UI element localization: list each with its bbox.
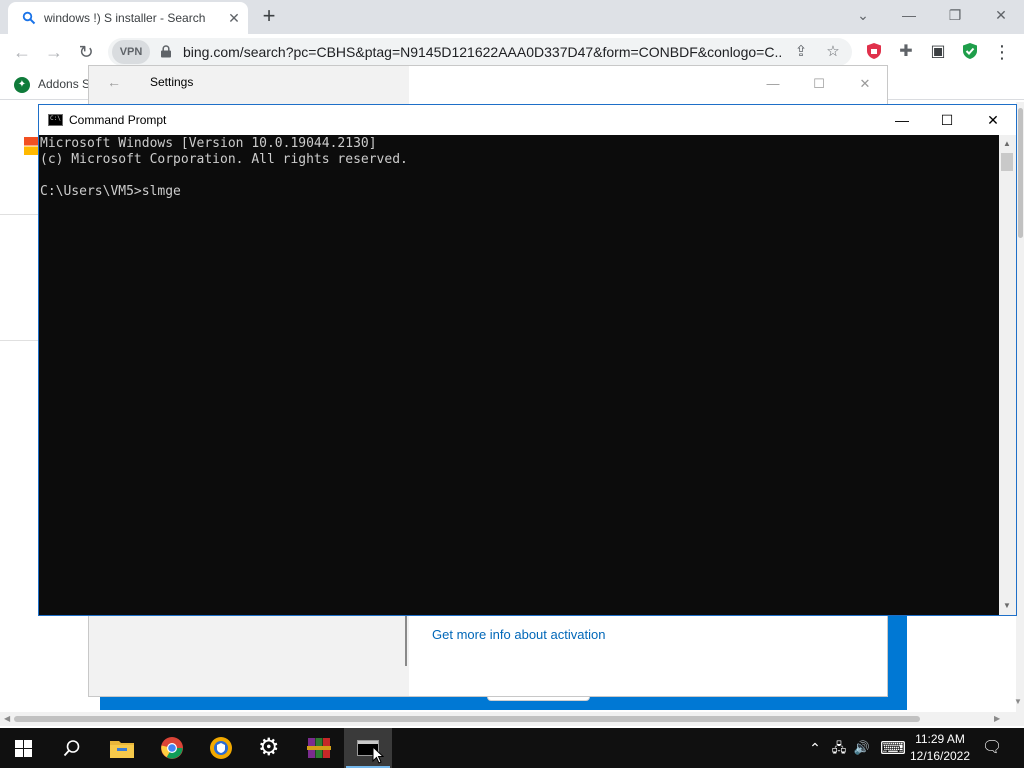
bookmark-favicon-icon: ✦: [14, 77, 30, 93]
tab-title: windows !) S installer - Search: [44, 11, 206, 25]
network-icon[interactable]: 🖧: [829, 738, 849, 758]
share-icon[interactable]: ⇪: [792, 43, 810, 61]
settings-back-icon[interactable]: ←: [107, 74, 121, 90]
show-hidden-icons-chevron-icon[interactable]: ⌃: [805, 738, 825, 758]
cmd-scroll-up-icon[interactable]: ▲: [1003, 139, 1011, 148]
cmd-minimize-button[interactable]: —: [890, 110, 914, 130]
settings-close-button[interactable]: ✕: [853, 74, 877, 94]
settings-title: Settings: [150, 75, 194, 89]
clock-date: 12/16/2022: [909, 749, 971, 763]
extension-check-shield-icon[interactable]: [960, 42, 980, 62]
page-divider: [0, 340, 40, 341]
start-button[interactable]: [0, 728, 48, 768]
browser-tabstrip: windows !) S installer - Search ✕ + ⌄ — …: [0, 0, 1024, 34]
taskbar-search-button[interactable]: [48, 728, 96, 768]
cmd-titlebar[interactable]: C:\ Command Prompt — ☐ ✕: [39, 105, 1016, 135]
taskbar-file-explorer[interactable]: [98, 728, 146, 768]
browser-app-icon: [210, 737, 232, 759]
taskbar-settings[interactable]: ⚙: [246, 728, 294, 768]
taskbar-chrome[interactable]: [148, 728, 196, 768]
windows-logo-icon: [15, 740, 32, 757]
search-icon: [22, 11, 36, 25]
volume-icon[interactable]: 🔊: [852, 738, 872, 758]
lock-icon[interactable]: [160, 45, 172, 58]
mouse-cursor-icon: [372, 746, 384, 764]
folder-icon: [110, 741, 134, 758]
new-tab-button[interactable]: +: [258, 5, 280, 28]
back-icon[interactable]: ←: [10, 40, 34, 64]
cmd-close-button[interactable]: ✕: [981, 110, 1005, 130]
console-prompt-line: C:\Users\VM5>slmge: [40, 184, 181, 199]
cmd-scroll-down-icon[interactable]: ▼: [1003, 601, 1011, 610]
browser-tab-active[interactable]: windows !) S installer - Search ✕: [8, 2, 248, 34]
settings-scrollbar[interactable]: [405, 616, 407, 666]
windows-taskbar: ⚙ ⌃ 🖧 🔊 ⌨ 11:29 AM 12/16/2022 🗨: [0, 728, 1024, 768]
settings-titlebar: ← Settings — ☐ ✕: [89, 66, 887, 102]
cmd-title: Command Prompt: [69, 113, 167, 127]
keyboard-icon[interactable]: ⌨: [880, 738, 906, 758]
cmd-scroll-thumb[interactable]: [1001, 153, 1013, 171]
tab-close-icon[interactable]: ✕: [226, 10, 242, 26]
address-bar[interactable]: VPN bing.com/search?pc=CBHS&ptag=N9145D1…: [108, 38, 852, 66]
side-panel-icon[interactable]: ▣: [928, 42, 948, 62]
console-line: Microsoft Windows [Version 10.0.19044.21…: [40, 136, 377, 151]
clock-time: 11:29 AM: [915, 732, 965, 746]
page-divider: [0, 214, 40, 215]
microsoft-logo-icon: [24, 137, 38, 155]
extensions-puzzle-icon[interactable]: ✚: [896, 42, 916, 62]
cmd-console[interactable]: Microsoft Windows [Version 10.0.19044.21…: [39, 135, 999, 615]
activation-info-link[interactable]: Get more info about activation: [432, 627, 605, 642]
scroll-left-arrow-icon[interactable]: ◀: [4, 714, 10, 723]
forward-icon[interactable]: →: [42, 40, 66, 64]
taskbar-clock[interactable]: 11:29 AM 12/16/2022: [904, 731, 976, 765]
archive-app-icon: [307, 738, 331, 758]
vpn-badge[interactable]: VPN: [112, 40, 150, 64]
page-horizontal-scroll-thumb[interactable]: [14, 716, 920, 722]
scroll-down-arrow-icon[interactable]: ▼: [1014, 697, 1022, 706]
taskbar-command-prompt[interactable]: [344, 728, 392, 768]
cmd-app-icon-text: C:\: [50, 115, 61, 122]
settings-button-edge[interactable]: [487, 697, 590, 701]
browser-close-button[interactable]: ✕: [988, 4, 1014, 26]
extension-shield-icon[interactable]: [864, 42, 884, 62]
console-line: (c) Microsoft Corporation. All rights re…: [40, 152, 408, 167]
taskbar-winrar[interactable]: [295, 728, 343, 768]
reload-icon[interactable]: ↻: [74, 40, 98, 64]
browser-minimize-button[interactable]: —: [896, 4, 922, 26]
command-prompt-window[interactable]: C:\ Command Prompt — ☐ ✕ Microsoft Windo…: [38, 104, 1017, 616]
browser-menu-icon[interactable]: ⋮: [992, 42, 1012, 62]
browser-restore-button[interactable]: ❐: [942, 4, 968, 26]
page-vertical-scroll-thumb[interactable]: [1018, 108, 1023, 238]
bookmark-addons[interactable]: Addons S: [38, 77, 90, 91]
search-icon: [63, 740, 80, 757]
tab-search-icon[interactable]: ⌄: [850, 4, 876, 26]
url-text: bing.com/search?pc=CBHS&ptag=N9145D12162…: [183, 44, 783, 60]
scroll-right-arrow-icon[interactable]: ▶: [994, 714, 1000, 723]
cmd-vertical-scrollbar[interactable]: [999, 135, 1016, 615]
settings-maximize-button[interactable]: ☐: [807, 74, 831, 94]
cmd-app-icon: C:\: [48, 114, 63, 126]
notifications-icon[interactable]: 🗨: [982, 738, 1002, 758]
cmd-maximize-button[interactable]: ☐: [935, 110, 959, 130]
settings-minimize-button[interactable]: —: [761, 74, 785, 94]
bookmark-star-icon[interactable]: ☆: [824, 43, 842, 61]
gear-icon: ⚙: [258, 734, 280, 761]
chrome-icon: [161, 737, 183, 759]
taskbar-vpn-browser[interactable]: [197, 728, 245, 768]
